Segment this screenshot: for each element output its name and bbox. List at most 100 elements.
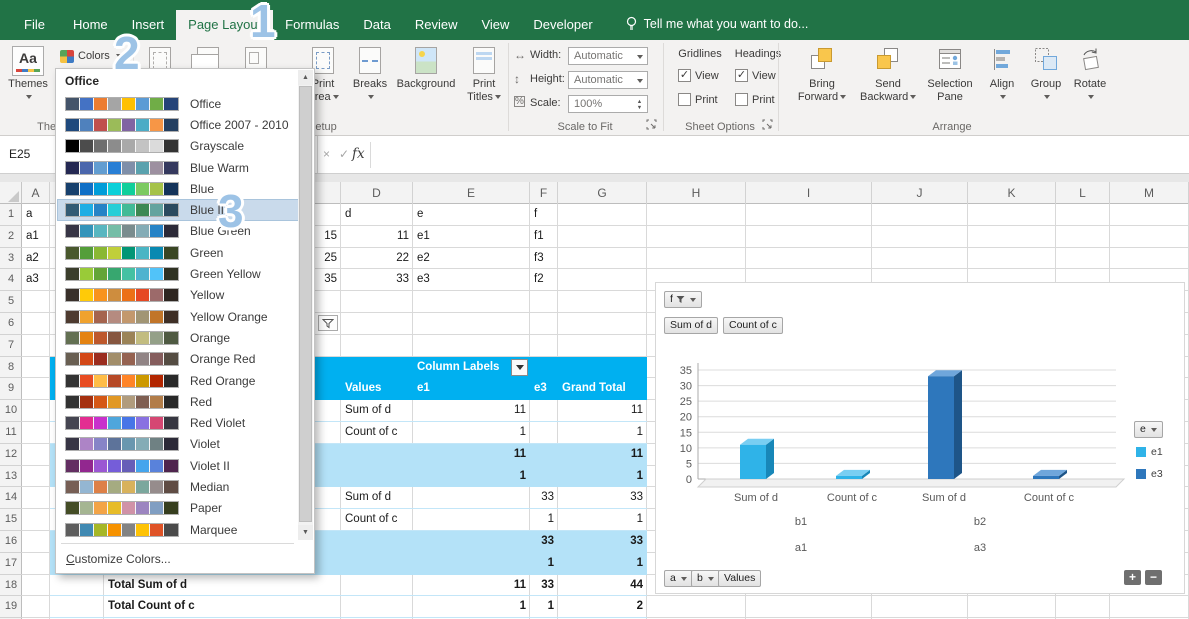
row-header-10[interactable]: 10 (0, 400, 22, 422)
row-header-14[interactable]: 14 (0, 487, 22, 509)
breaks-button[interactable]: Breaks (346, 43, 394, 104)
headings-print-checkbox[interactable] (735, 93, 748, 106)
theme-item-yellow[interactable]: Yellow (57, 285, 299, 306)
width-select[interactable]: Automatic (568, 47, 648, 65)
column-header-k[interactable]: K (968, 182, 1056, 204)
row-header-15[interactable]: 15 (0, 509, 22, 531)
row-header-1[interactable]: 1 (0, 204, 22, 226)
tab-file[interactable]: File (8, 10, 61, 40)
row-header-13[interactable]: 13 (0, 466, 22, 488)
height-select[interactable]: Automatic (568, 71, 648, 89)
customize-colors-item[interactable]: Customize Colors... (56, 548, 314, 570)
theme-item-violet-ii[interactable]: Violet II (57, 455, 299, 476)
row-header-6[interactable]: 6 (0, 313, 22, 335)
theme-item-green[interactable]: Green (57, 242, 299, 263)
theme-item-blue-warm[interactable]: Blue Warm (57, 157, 299, 178)
theme-item-median[interactable]: Median (57, 476, 299, 497)
chart-axis-button-b[interactable]: b (691, 570, 720, 587)
send-backward-button[interactable]: Send Backward (860, 43, 916, 104)
row-header-2[interactable]: 2 (0, 226, 22, 248)
tab-data[interactable]: Data (351, 10, 402, 40)
selection-pane-button[interactable]: Selection Pane (922, 43, 978, 104)
column-header-l[interactable]: L (1056, 182, 1110, 204)
theme-item-red-violet[interactable]: Red Violet (57, 412, 299, 433)
tab-formulas[interactable]: Formulas (273, 10, 351, 40)
tab-developer[interactable]: Developer (521, 10, 604, 40)
row-header-17[interactable]: 17 (0, 553, 22, 575)
formula-input[interactable] (371, 136, 1189, 173)
row-header-4[interactable]: 4 (0, 269, 22, 291)
chart-value-button-sum-of-d[interactable]: Sum of d (664, 317, 718, 334)
tab-review[interactable]: Review (403, 10, 470, 40)
row-header-5[interactable]: 5 (0, 291, 22, 313)
zoom-in-button[interactable]: + (1124, 570, 1141, 585)
menu-scrollbar[interactable]: ▲ ▼ (298, 70, 313, 540)
row-header-11[interactable]: 11 (0, 422, 22, 444)
row-header-19[interactable]: 19 (0, 596, 22, 618)
theme-item-paper[interactable]: Paper (57, 498, 299, 519)
row-header-7[interactable]: 7 (0, 335, 22, 357)
gridlines-view-checkbox[interactable]: ✓ (678, 69, 691, 82)
chart-axis-button-a[interactable]: a (664, 570, 693, 587)
insert-function-icon[interactable]: fx (352, 136, 365, 173)
pivot-chart[interactable]: 05101520253035Sum of dCount of cSum of d… (655, 282, 1185, 594)
theme-item-green-yellow[interactable]: Green Yellow (57, 263, 299, 284)
themes-button[interactable]: Aa Themes (3, 43, 53, 104)
sheet-options-dialog-launcher-icon[interactable] (762, 119, 773, 130)
gridlines-print-checkbox[interactable] (678, 93, 691, 106)
theme-item-marquee[interactable]: Marquee (57, 519, 299, 540)
row-header-9[interactable]: 9 (0, 378, 22, 400)
row-header-8[interactable]: 8 (0, 357, 22, 379)
rotate-button[interactable]: Rotate (1066, 43, 1114, 104)
background-button[interactable]: Background (396, 43, 456, 91)
scroll-up-icon[interactable]: ▲ (298, 70, 313, 85)
scroll-down-icon[interactable]: ▼ (298, 525, 313, 540)
column-header-a[interactable]: A (22, 182, 50, 204)
legend-item-e1[interactable]: e1 (1136, 446, 1163, 458)
row-header-12[interactable]: 12 (0, 444, 22, 466)
headings-view-checkbox[interactable]: ✓ (735, 69, 748, 82)
column-header-i[interactable]: I (746, 182, 872, 204)
scale-spinner[interactable]: ▲▼ (633, 97, 646, 112)
chart-series-field-button[interactable]: e (1134, 421, 1163, 438)
column-labels-filter-button[interactable] (511, 359, 528, 376)
theme-item-blue-green[interactable]: Blue Green (57, 221, 299, 242)
align-button[interactable]: Align (978, 43, 1026, 104)
select-all-corner[interactable] (0, 182, 22, 204)
tell-me[interactable]: Tell me what you want to do... (625, 8, 809, 40)
column-header-m[interactable]: M (1110, 182, 1189, 204)
cancel-icon[interactable]: × (323, 136, 330, 173)
chart-filter-field-button[interactable]: f (664, 291, 702, 308)
theme-item-blue[interactable]: Blue (57, 178, 299, 199)
column-header-f[interactable]: F (530, 182, 558, 204)
column-header-j[interactable]: J (872, 182, 968, 204)
theme-item-red-orange[interactable]: Red Orange (57, 370, 299, 391)
theme-item-office[interactable]: Office (57, 93, 299, 114)
theme-item-orange-red[interactable]: Orange Red (57, 349, 299, 370)
enter-icon[interactable]: ✓ (339, 136, 349, 173)
scale-input[interactable]: 100% ▲▼ (568, 95, 648, 113)
column-header-e[interactable]: E (413, 182, 530, 204)
theme-item-blue-ii[interactable]: Blue II (57, 199, 299, 220)
theme-item-grayscale[interactable]: Grayscale (57, 136, 299, 157)
theme-item-orange[interactable]: Orange (57, 327, 299, 348)
column-header-d[interactable]: D (341, 182, 413, 204)
group-button[interactable]: Group (1024, 43, 1068, 104)
tab-home[interactable]: Home (61, 10, 120, 40)
chart-value-button-count-of-c[interactable]: Count of c (723, 317, 783, 334)
column-header-h[interactable]: H (647, 182, 746, 204)
legend-item-e3[interactable]: e3 (1136, 468, 1163, 480)
tab-view[interactable]: View (469, 10, 521, 40)
theme-item-red[interactable]: Red (57, 391, 299, 412)
scale-dialog-launcher-icon[interactable] (646, 119, 657, 130)
chart-axis-button-values[interactable]: Values (718, 570, 761, 587)
zoom-out-button[interactable]: − (1145, 570, 1162, 585)
theme-item-violet[interactable]: Violet (57, 434, 299, 455)
print-titles-button[interactable]: Print Titles (458, 43, 510, 104)
row-header-3[interactable]: 3 (0, 248, 22, 270)
theme-item-yellow-orange[interactable]: Yellow Orange (57, 306, 299, 327)
theme-item-office-2007-2010[interactable]: Office 2007 - 2010 (57, 114, 299, 135)
column-header-g[interactable]: G (558, 182, 647, 204)
field-filter-button[interactable] (318, 315, 338, 331)
row-header-18[interactable]: 18 (0, 575, 22, 597)
